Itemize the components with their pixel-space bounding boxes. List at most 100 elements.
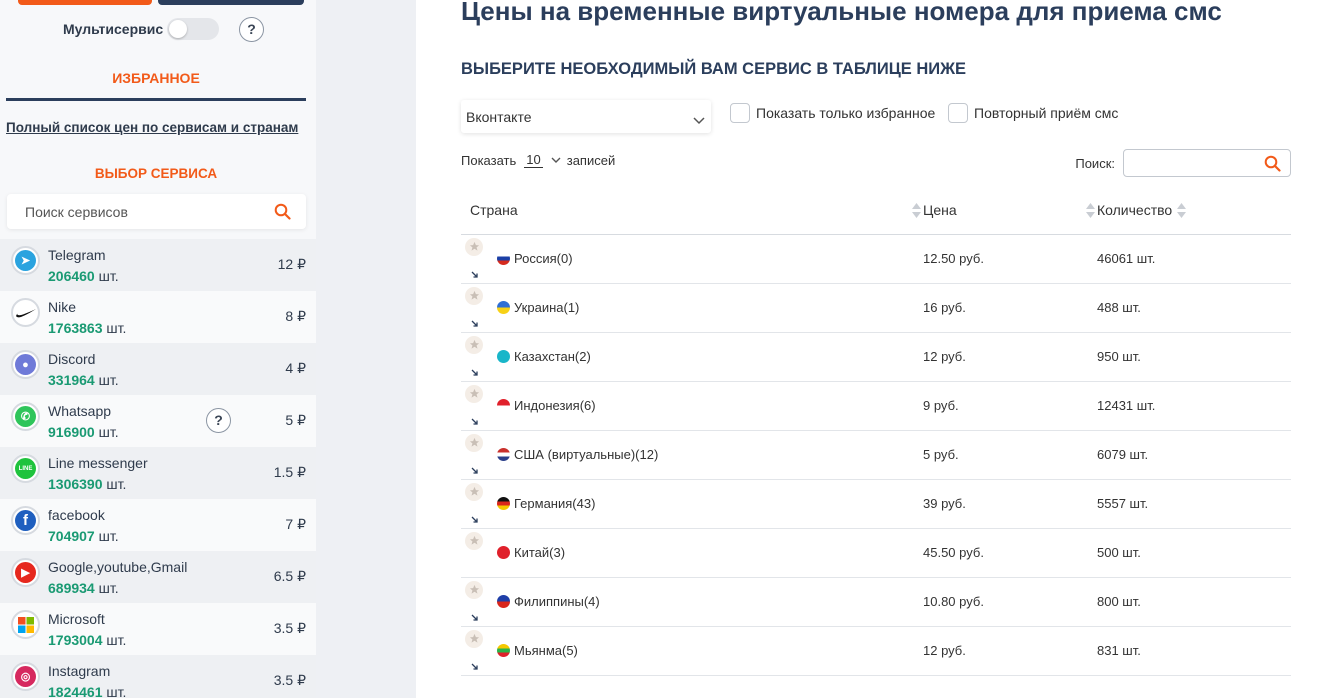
multiservice-toggle[interactable]: [167, 18, 219, 40]
search-icon[interactable]: [274, 203, 291, 225]
service-item[interactable]: ▶ Google,youtube,Gmail 689934 шт. 6.5 ₽: [0, 551, 316, 603]
service-search-input[interactable]: Поиск сервисов: [7, 194, 306, 229]
country-name[interactable]: Украина(1): [514, 300, 579, 315]
service-price: 7 ₽: [285, 516, 306, 532]
line-icon: LINE: [11, 454, 40, 483]
table-row[interactable]: Филиппины(4) 10.80 руб. 800 шт.: [461, 577, 1291, 627]
repeat-sms-checkbox[interactable]: [948, 103, 968, 123]
favorites-only-checkbox[interactable]: [730, 103, 750, 123]
page-length-value: 10: [524, 152, 543, 168]
table-row[interactable]: Германия(43) 39 руб. 5557 шт.: [461, 479, 1291, 529]
page-subtitle: ВЫБЕРИТЕ НЕОБХОДИМЫЙ ВАМ СЕРВИС В ТАБЛИЦ…: [461, 60, 967, 78]
service-item[interactable]: ● Discord 331964 шт. 4 ₽: [0, 343, 316, 395]
favorites-only-checkbox-row[interactable]: Показать только избранное: [730, 103, 935, 123]
top-navy-button[interactable]: [158, 0, 304, 5]
favorite-star-icon[interactable]: [465, 286, 483, 305]
service-count: 916900 шт.: [48, 424, 119, 440]
favorite-star-icon[interactable]: [465, 335, 483, 354]
sort-icon: [912, 203, 921, 221]
table-search-input[interactable]: [1123, 149, 1291, 177]
repeat-arrow-icon: [471, 364, 479, 379]
table-row[interactable]: Россия(0) 12.50 руб. 46061 шт.: [461, 234, 1291, 284]
favorite-star-icon[interactable]: [465, 580, 483, 599]
page-length-control: Показать 10 записей: [461, 152, 615, 168]
choose-service-title: ВЫБОР СЕРВИСА: [94, 166, 218, 181]
service-count: 689934 шт.: [48, 580, 119, 596]
service-item[interactable]: Microsoft 1793004 шт. 3.5 ₽: [0, 603, 316, 655]
service-item[interactable]: LINE Line messenger 1306390 шт. 1.5 ₽: [0, 447, 316, 499]
favorite-star-icon[interactable]: [465, 482, 483, 501]
service-count-unit: шт.: [98, 580, 119, 596]
quantity-cell: 831 шт.: [1097, 626, 1291, 676]
country-cell: Казахстан(2): [461, 332, 923, 382]
multiservice-help-icon[interactable]: ?: [239, 17, 264, 42]
service-price: 3.5 ₽: [273, 620, 306, 636]
microsoft-icon: [11, 610, 40, 639]
prices-table: Страна Цена Количество Россия(0) 12.50 р…: [461, 186, 1291, 676]
favorite-star-icon[interactable]: [465, 433, 483, 452]
country-name[interactable]: Филиппины(4): [514, 594, 600, 609]
service-price: 4 ₽: [285, 360, 306, 376]
search-icon[interactable]: [1264, 155, 1281, 175]
show-label: Показать: [461, 152, 517, 168]
country-name[interactable]: Германия(43): [514, 496, 595, 511]
quantity-cell: 800 шт.: [1097, 577, 1291, 627]
table-row[interactable]: Китай(3) 45.50 руб. 500 шт.: [461, 528, 1291, 578]
repeat-arrow-icon: [471, 511, 479, 526]
column-header-quantity[interactable]: Количество: [1097, 186, 1291, 235]
multiservice-label: Мультисервис: [63, 21, 164, 37]
service-item[interactable]: ➤ Telegram 206460 шт. 12 ₽: [0, 239, 316, 291]
service-count-number: 704907: [48, 528, 95, 544]
repeat-sms-checkbox-row[interactable]: Повторный приём смс: [948, 103, 1118, 123]
service-item[interactable]: Nike 1763863 шт. 8 ₽: [0, 291, 316, 343]
favorite-star-icon[interactable]: [465, 237, 483, 256]
table-row[interactable]: Украина(1) 16 руб. 488 шт.: [461, 283, 1291, 333]
repeat-sms-label: Повторный приём смс: [974, 105, 1119, 121]
service-item[interactable]: ◎ Instagram 1824461 шт. 3.5 ₽: [0, 655, 316, 698]
country-name[interactable]: Индонезия(6): [514, 398, 596, 413]
country-name[interactable]: Казахстан(2): [514, 349, 591, 364]
instagram-icon: ◎: [11, 662, 40, 691]
favorite-star-icon[interactable]: [465, 531, 483, 550]
column-header-label: Цена: [923, 201, 957, 218]
full-price-list-link[interactable]: Полный список цен по сервисам и странам: [6, 120, 298, 135]
favorite-star-icon[interactable]: [465, 384, 483, 403]
service-item[interactable]: f facebook 704907 шт. 7 ₽: [0, 499, 316, 551]
service-count-number: 1763863: [48, 320, 103, 336]
favorites-title[interactable]: ИЗБРАННОЕ: [0, 70, 312, 86]
service-count: 1824461 шт.: [48, 684, 126, 698]
country-name[interactable]: США (виртуальные)(12): [514, 447, 658, 462]
country-name[interactable]: Китай(3): [514, 545, 565, 560]
service-help-icon[interactable]: ?: [206, 408, 231, 433]
column-header-price[interactable]: Цена: [923, 186, 1097, 235]
main-content: Цены на временные виртуальные номера для…: [416, 0, 1327, 698]
service-name: Telegram: [48, 247, 106, 263]
quantity-cell: 488 шт.: [1097, 283, 1291, 333]
sort-icon: [1177, 203, 1186, 221]
top-orange-button[interactable]: [18, 0, 152, 5]
favorite-star-icon[interactable]: [465, 629, 483, 648]
country-flag-icon: [497, 301, 510, 314]
country-cell: Украина(1): [461, 283, 923, 333]
table-row[interactable]: Индонезия(6) 9 руб. 12431 шт.: [461, 381, 1291, 431]
column-header-label: Страна: [470, 201, 518, 218]
page-length-select[interactable]: 10: [524, 152, 561, 168]
repeat-arrow-icon: [471, 462, 479, 477]
service-count-unit: шт.: [106, 320, 127, 336]
repeat-arrow-icon: [471, 609, 479, 624]
table-row[interactable]: Казахстан(2) 12 руб. 950 шт.: [461, 332, 1291, 382]
table-row[interactable]: Мьянма(5) 12 руб. 831 шт.: [461, 626, 1291, 676]
table-search-label: Поиск:: [1075, 155, 1115, 171]
column-header-country[interactable]: Страна: [461, 186, 923, 235]
prices-table-body: Россия(0) 12.50 руб. 46061 шт. Украина(1) 16…: [461, 234, 1291, 676]
service-item[interactable]: ✆ Whatsapp 916900 шт.? 5 ₽: [0, 395, 316, 447]
country-name[interactable]: Россия(0): [514, 251, 573, 266]
country-flag-icon: [497, 448, 510, 461]
price-cell: 45.50 руб.: [923, 528, 1097, 578]
price-cell: 9 руб.: [923, 381, 1097, 431]
service-list: ➤ Telegram 206460 шт. 12 ₽ Nike 1763863 шт. 8 …: [0, 239, 316, 698]
table-row[interactable]: США (виртуальные)(12) 5 руб. 6079 шт.: [461, 430, 1291, 480]
chevron-down-icon: [693, 112, 705, 130]
country-name[interactable]: Мьянма(5): [514, 643, 578, 658]
service-select[interactable]: Вконтакте: [461, 100, 711, 133]
